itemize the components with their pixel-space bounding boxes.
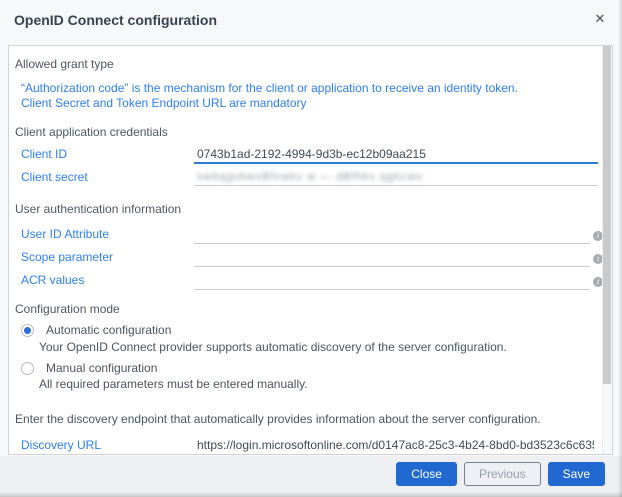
client-id-input[interactable]: 0743b1ad-2192-4994-9d3b-ec12b09aa215 <box>194 146 598 164</box>
radio-button-icon <box>21 362 34 375</box>
close-icon[interactable]: ✕ <box>591 10 609 28</box>
manual-configuration-description: All required parameters must be entered … <box>39 377 308 391</box>
scope-parameter-label: Scope parameter <box>21 250 113 264</box>
client-secret-input[interactable]: swbqgvkwxBfvwkv w — dBfhkv qghcwv <box>194 168 598 186</box>
section-header-user-authentication: User authentication information <box>15 202 181 216</box>
acr-values-input[interactable] <box>194 272 590 290</box>
config-panel-scroll-area: Allowed grant type “Authorization code” … <box>9 46 612 454</box>
discovery-url-label: Discovery URL <box>21 438 101 452</box>
discovery-intro-text: Enter the discovery endpoint that automa… <box>15 412 541 426</box>
client-secret-label: Client secret <box>21 170 88 184</box>
acr-values-label: ACR values <box>21 273 84 287</box>
radio-manual-label: Manual configuration <box>46 361 157 375</box>
close-button[interactable]: Close <box>396 462 457 486</box>
section-header-configuration-mode: Configuration mode <box>15 302 120 316</box>
radio-button-icon <box>21 324 34 337</box>
dialog-footer: Close Previous Save <box>0 456 622 491</box>
section-header-allowed-grant-type: Allowed grant type <box>15 57 114 71</box>
scrollbar-track[interactable] <box>602 46 612 454</box>
scrollbar-thumb[interactable] <box>603 46 611 384</box>
save-button[interactable]: Save <box>548 462 605 486</box>
scope-parameter-input[interactable] <box>194 249 590 267</box>
user-id-attribute-label: User ID Attribute <box>21 227 109 241</box>
dialog-shadow-right <box>618 0 622 497</box>
radio-manual-configuration[interactable]: Manual configuration <box>21 361 157 375</box>
section-header-client-credentials: Client application credentials <box>15 125 168 139</box>
config-panel: Allowed grant type “Authorization code” … <box>8 45 613 455</box>
automatic-configuration-description: Your OpenID Connect provider supports au… <box>39 340 507 354</box>
radio-automatic-configuration[interactable]: Automatic configuration <box>21 323 171 337</box>
dialog-shadow-bottom <box>0 491 622 497</box>
client-secret-redacted-value: swbqgvkwxBfvwkv w — dBfhkv qghcwv <box>197 171 423 183</box>
radio-automatic-label: Automatic configuration <box>46 323 171 337</box>
client-id-label: Client ID <box>21 147 67 161</box>
user-id-attribute-input[interactable] <box>194 226 590 244</box>
dialog-title: OpenID Connect configuration <box>14 12 217 28</box>
discovery-url-input[interactable]: https://login.microsoftonline.com/d0147a… <box>194 437 594 454</box>
grant-info-line-2: Client Secret and Token Endpoint URL are… <box>21 96 307 110</box>
previous-button[interactable]: Previous <box>464 462 541 486</box>
grant-info-line-1: “Authorization code” is the mechanism fo… <box>21 81 518 95</box>
openid-connect-dialog: OpenID Connect configuration ✕ Allowed g… <box>0 0 622 497</box>
